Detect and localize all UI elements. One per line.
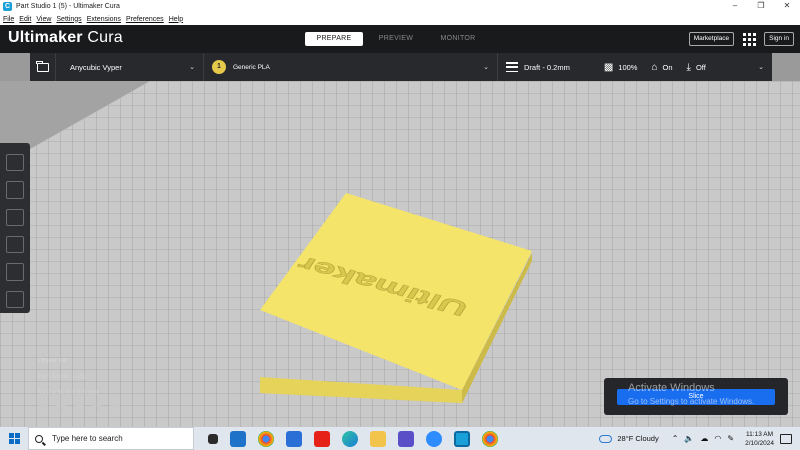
rotate-tool-icon[interactable] bbox=[6, 208, 24, 226]
per-model-settings-icon[interactable] bbox=[6, 263, 24, 281]
menu-view[interactable]: View bbox=[36, 16, 51, 23]
adhesion-value: Off bbox=[695, 62, 706, 72]
support-value: On bbox=[662, 62, 673, 72]
material-selector[interactable]: 1 Generic PLA ⌄ bbox=[204, 53, 498, 81]
maximize-button[interactable]: ❐ bbox=[748, 0, 774, 13]
pen-icon[interactable]: ✎ bbox=[727, 434, 734, 443]
search-icon bbox=[35, 434, 43, 443]
system-tray: 28°F Cloudy ⌃ 🔈 ☁ ◠ ✎ 11:13 AM 2/10/2024 bbox=[599, 427, 800, 450]
volume-icon[interactable]: 🔈 bbox=[684, 434, 694, 443]
infill-value: 100% bbox=[618, 62, 638, 72]
build-plate-scene: Ultimaker bbox=[0, 81, 800, 427]
mail-icon[interactable] bbox=[230, 430, 246, 447]
onedrive-icon[interactable]: ☁ bbox=[700, 434, 708, 443]
object-dimensions: 61.0 x 50.8 x 8.5 mm bbox=[38, 389, 99, 396]
cloud-icon bbox=[599, 434, 613, 443]
weather-widget[interactable]: 28°F Cloudy bbox=[599, 434, 659, 443]
sign-in-button[interactable]: Sign in bbox=[764, 32, 794, 46]
printer-name: Anycubic Vyper bbox=[70, 62, 122, 72]
file-explorer-icon[interactable] bbox=[370, 430, 386, 447]
taskbar-search[interactable]: Type here to search bbox=[28, 427, 194, 450]
cura-taskbar-icon[interactable] bbox=[454, 430, 470, 447]
app-header: Ultimaker Cura PREPARE PREVIEW MONITOR M… bbox=[0, 25, 800, 53]
brand-light: Cura bbox=[82, 29, 123, 46]
3d-viewport[interactable]: Ultimaker Object list Part Studio 1 (5) … bbox=[0, 81, 800, 427]
cura-app-icon: C bbox=[3, 2, 12, 11]
marketplace-button[interactable]: Marketplace bbox=[688, 32, 735, 46]
menu-preferences[interactable]: Preferences bbox=[126, 16, 164, 23]
zoom-icon[interactable] bbox=[426, 430, 442, 447]
chrome-profile-icon[interactable] bbox=[482, 430, 498, 447]
notification-icon[interactable] bbox=[780, 433, 792, 444]
slice-button[interactable]: Slice bbox=[617, 389, 775, 405]
menu-help[interactable]: Help bbox=[169, 16, 183, 23]
infill-icon: ▩ bbox=[603, 61, 614, 73]
menu-file[interactable]: File bbox=[3, 16, 14, 23]
menu-bar: File Edit View Settings Extensions Prefe… bbox=[0, 13, 800, 25]
folder-icon bbox=[36, 60, 49, 72]
view-left-icon[interactable] bbox=[92, 405, 102, 415]
windows-start-icon[interactable] bbox=[0, 427, 28, 450]
youtube-icon[interactable] bbox=[314, 430, 330, 447]
menu-settings[interactable]: Settings bbox=[56, 16, 81, 23]
chevron-down-icon: ⌄ bbox=[758, 64, 764, 71]
menu-edit[interactable]: Edit bbox=[19, 16, 31, 23]
view-3d-icon[interactable] bbox=[38, 405, 48, 415]
store-icon[interactable] bbox=[286, 430, 302, 447]
chevron-down-icon: ⌄ bbox=[189, 64, 195, 71]
chrome-icon[interactable] bbox=[258, 430, 274, 447]
window-title: Part Studio 1 (5) - Ultimaker Cura bbox=[16, 3, 120, 10]
object-name: Part Studio 1 (5) bbox=[38, 373, 86, 380]
menu-extensions[interactable]: Extensions bbox=[87, 16, 121, 23]
chevron-up-icon[interactable]: ⌃ bbox=[672, 434, 679, 443]
search-placeholder: Type here to search bbox=[52, 434, 123, 443]
task-view-icon[interactable] bbox=[208, 433, 218, 444]
apps-grid-icon[interactable] bbox=[742, 32, 756, 46]
view-front-icon[interactable] bbox=[56, 405, 66, 415]
printer-selector[interactable]: Anycubic Vyper ⌄ bbox=[56, 53, 204, 81]
material-name: Generic PLA bbox=[233, 63, 270, 71]
adhesion-icon: ⤓ bbox=[686, 61, 691, 73]
tab-preview[interactable]: PREVIEW bbox=[367, 32, 425, 46]
clock-time: 11:13 AM bbox=[746, 430, 774, 438]
wifi-icon[interactable]: ◠ bbox=[714, 434, 721, 443]
weather-text: 28°F Cloudy bbox=[617, 434, 659, 443]
support-icon: ⌂ bbox=[651, 61, 658, 73]
view-right-icon[interactable] bbox=[110, 405, 120, 415]
tool-panel bbox=[0, 143, 30, 313]
minimize-button[interactable]: – bbox=[722, 0, 748, 13]
slice-panel: Slice bbox=[604, 378, 788, 415]
extruder-badge: 1 bbox=[212, 60, 226, 74]
window-titlebar: C Part Studio 1 (5) - Ultimaker Cura – ❐… bbox=[0, 0, 800, 13]
support-blocker-icon[interactable] bbox=[6, 290, 24, 308]
brand-logo: Ultimaker Cura bbox=[8, 29, 123, 47]
tab-prepare[interactable]: PREPARE bbox=[305, 32, 363, 46]
view-top-icon[interactable] bbox=[74, 405, 84, 415]
open-file-button[interactable] bbox=[30, 53, 56, 81]
print-toolbar: Anycubic Vyper ⌄ 1 Generic PLA ⌄ Draft -… bbox=[30, 53, 772, 81]
chevron-down-icon: ⌄ bbox=[483, 64, 489, 71]
view-orientation-buttons bbox=[38, 405, 128, 415]
mirror-tool-icon[interactable] bbox=[6, 235, 24, 254]
edge-icon[interactable] bbox=[342, 430, 358, 447]
windows-taskbar: Type here to search 28°F Cloudy ⌃ 🔈 ☁ ◠ … bbox=[0, 427, 800, 450]
object-info: Object list Part Studio 1 (5) 61.0 x 50.… bbox=[38, 357, 99, 405]
print-settings-selector[interactable]: Draft - 0.2mm ▩ 100% ⌂ On ⤓ Off ⌄ bbox=[498, 53, 772, 81]
scale-tool-icon[interactable] bbox=[6, 181, 24, 199]
tab-monitor[interactable]: MONITOR bbox=[429, 32, 487, 46]
object-list-toggle[interactable]: Object list bbox=[38, 357, 99, 364]
clock-date: 2/10/2024 bbox=[745, 439, 774, 447]
brand-bold: Ultimaker bbox=[8, 29, 83, 46]
stage-tabs: PREPARE PREVIEW MONITOR bbox=[305, 32, 491, 46]
profile-label: Draft - 0.2mm bbox=[524, 62, 570, 72]
teams-icon[interactable] bbox=[398, 430, 414, 447]
close-button[interactable]: ✕ bbox=[774, 0, 800, 13]
clock[interactable]: 11:13 AM 2/10/2024 bbox=[745, 430, 774, 448]
settings-sliders-icon bbox=[506, 62, 518, 72]
move-tool-icon[interactable] bbox=[6, 154, 24, 172]
